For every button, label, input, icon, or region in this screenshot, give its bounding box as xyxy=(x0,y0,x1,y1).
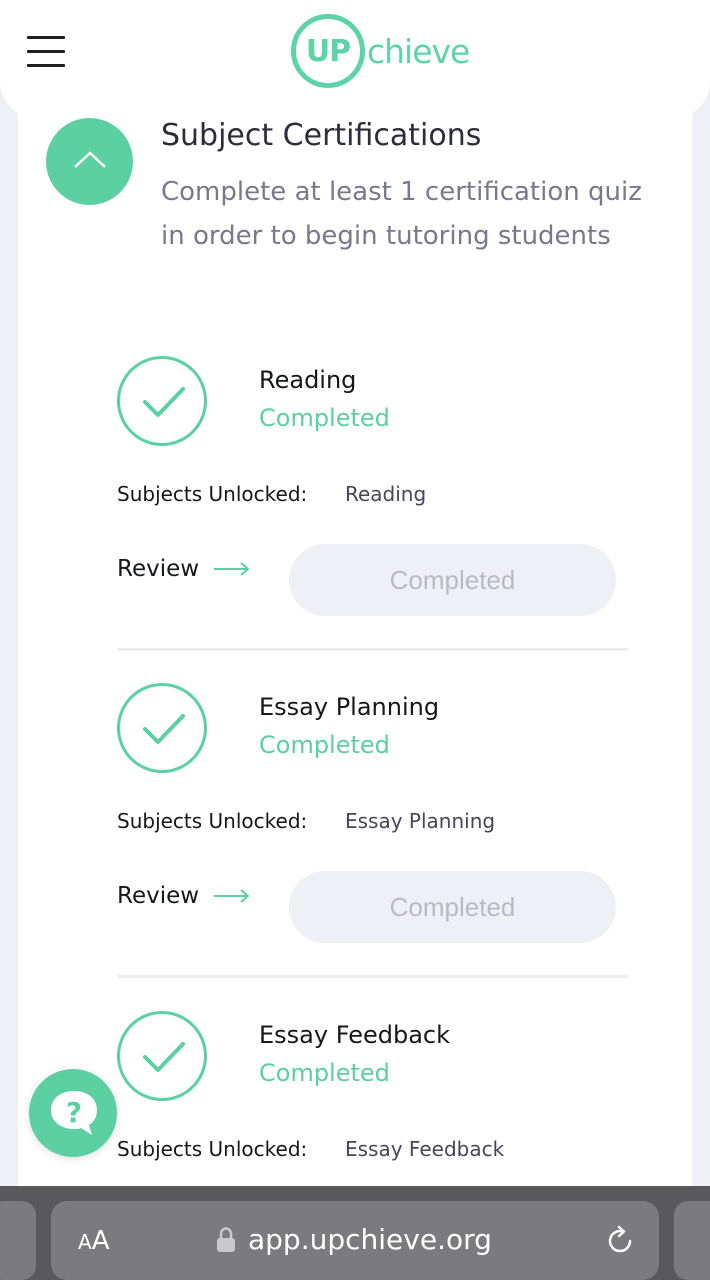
divider xyxy=(117,648,628,651)
review-link[interactable]: Review xyxy=(117,883,251,909)
reload-icon[interactable] xyxy=(604,1225,636,1261)
certification-status: Completed xyxy=(259,404,390,432)
completed-button[interactable]: Completed xyxy=(289,871,616,943)
divider xyxy=(117,975,628,978)
certification-status: Completed xyxy=(259,1059,390,1087)
url-display[interactable]: app.upchieve.org xyxy=(216,1223,492,1256)
next-tab[interactable] xyxy=(674,1201,710,1280)
top-header: UP chieve xyxy=(0,0,710,118)
lock-icon xyxy=(217,1226,235,1252)
certification-name: Essay Feedback xyxy=(259,1021,451,1049)
logo-circle: UP xyxy=(291,14,365,88)
text-size-small-a: A xyxy=(78,1230,92,1254)
logo-chieve-text: chieve xyxy=(367,31,470,71)
collapse-toggle-button[interactable] xyxy=(46,118,133,205)
text-size-large-a: A xyxy=(91,1226,110,1256)
review-label: Review xyxy=(117,883,200,909)
subjects-unlocked-label: Subjects Unlocked: xyxy=(117,1137,308,1161)
browser-address-bar: AA app.upchieve.org xyxy=(0,1186,710,1280)
logo-up-text: UP xyxy=(305,33,351,69)
subjects-unlocked-value: Essay Planning xyxy=(345,809,496,833)
upchieve-logo[interactable]: UP chieve xyxy=(291,13,470,89)
section-title: Subject Certifications xyxy=(161,118,482,153)
arrow-right-icon xyxy=(214,562,250,576)
hamburger-menu-icon[interactable] xyxy=(27,36,65,68)
check-circle-icon xyxy=(117,1011,207,1101)
previous-tab[interactable] xyxy=(0,1201,36,1280)
certification-name: Essay Planning xyxy=(259,693,440,721)
section-description: Complete at least 1 certification quiz i… xyxy=(161,177,642,251)
subjects-unlocked-label: Subjects Unlocked: xyxy=(117,482,308,506)
help-question-icon: ? xyxy=(51,1091,97,1135)
url-field[interactable]: AA app.upchieve.org xyxy=(51,1201,659,1280)
chevron-up-icon xyxy=(74,151,106,168)
review-label: Review xyxy=(117,556,200,582)
subjects-unlocked-label: Subjects Unlocked: xyxy=(117,809,308,833)
subjects-unlocked-value: Essay Feedback xyxy=(345,1137,505,1161)
help-button[interactable]: ? xyxy=(29,1069,117,1157)
subjects-unlocked-value: Reading xyxy=(345,482,427,506)
certification-name: Reading xyxy=(259,366,357,394)
svg-text:?: ? xyxy=(66,1096,82,1129)
review-link[interactable]: Review xyxy=(117,556,251,582)
certification-status: Completed xyxy=(259,731,390,759)
arrow-right-icon xyxy=(214,889,250,903)
text-size-button[interactable]: AA xyxy=(78,1226,109,1256)
check-circle-icon xyxy=(117,683,207,773)
url-text: app.upchieve.org xyxy=(248,1223,492,1256)
completed-button[interactable]: Completed xyxy=(289,544,616,616)
check-circle-icon xyxy=(117,356,207,446)
